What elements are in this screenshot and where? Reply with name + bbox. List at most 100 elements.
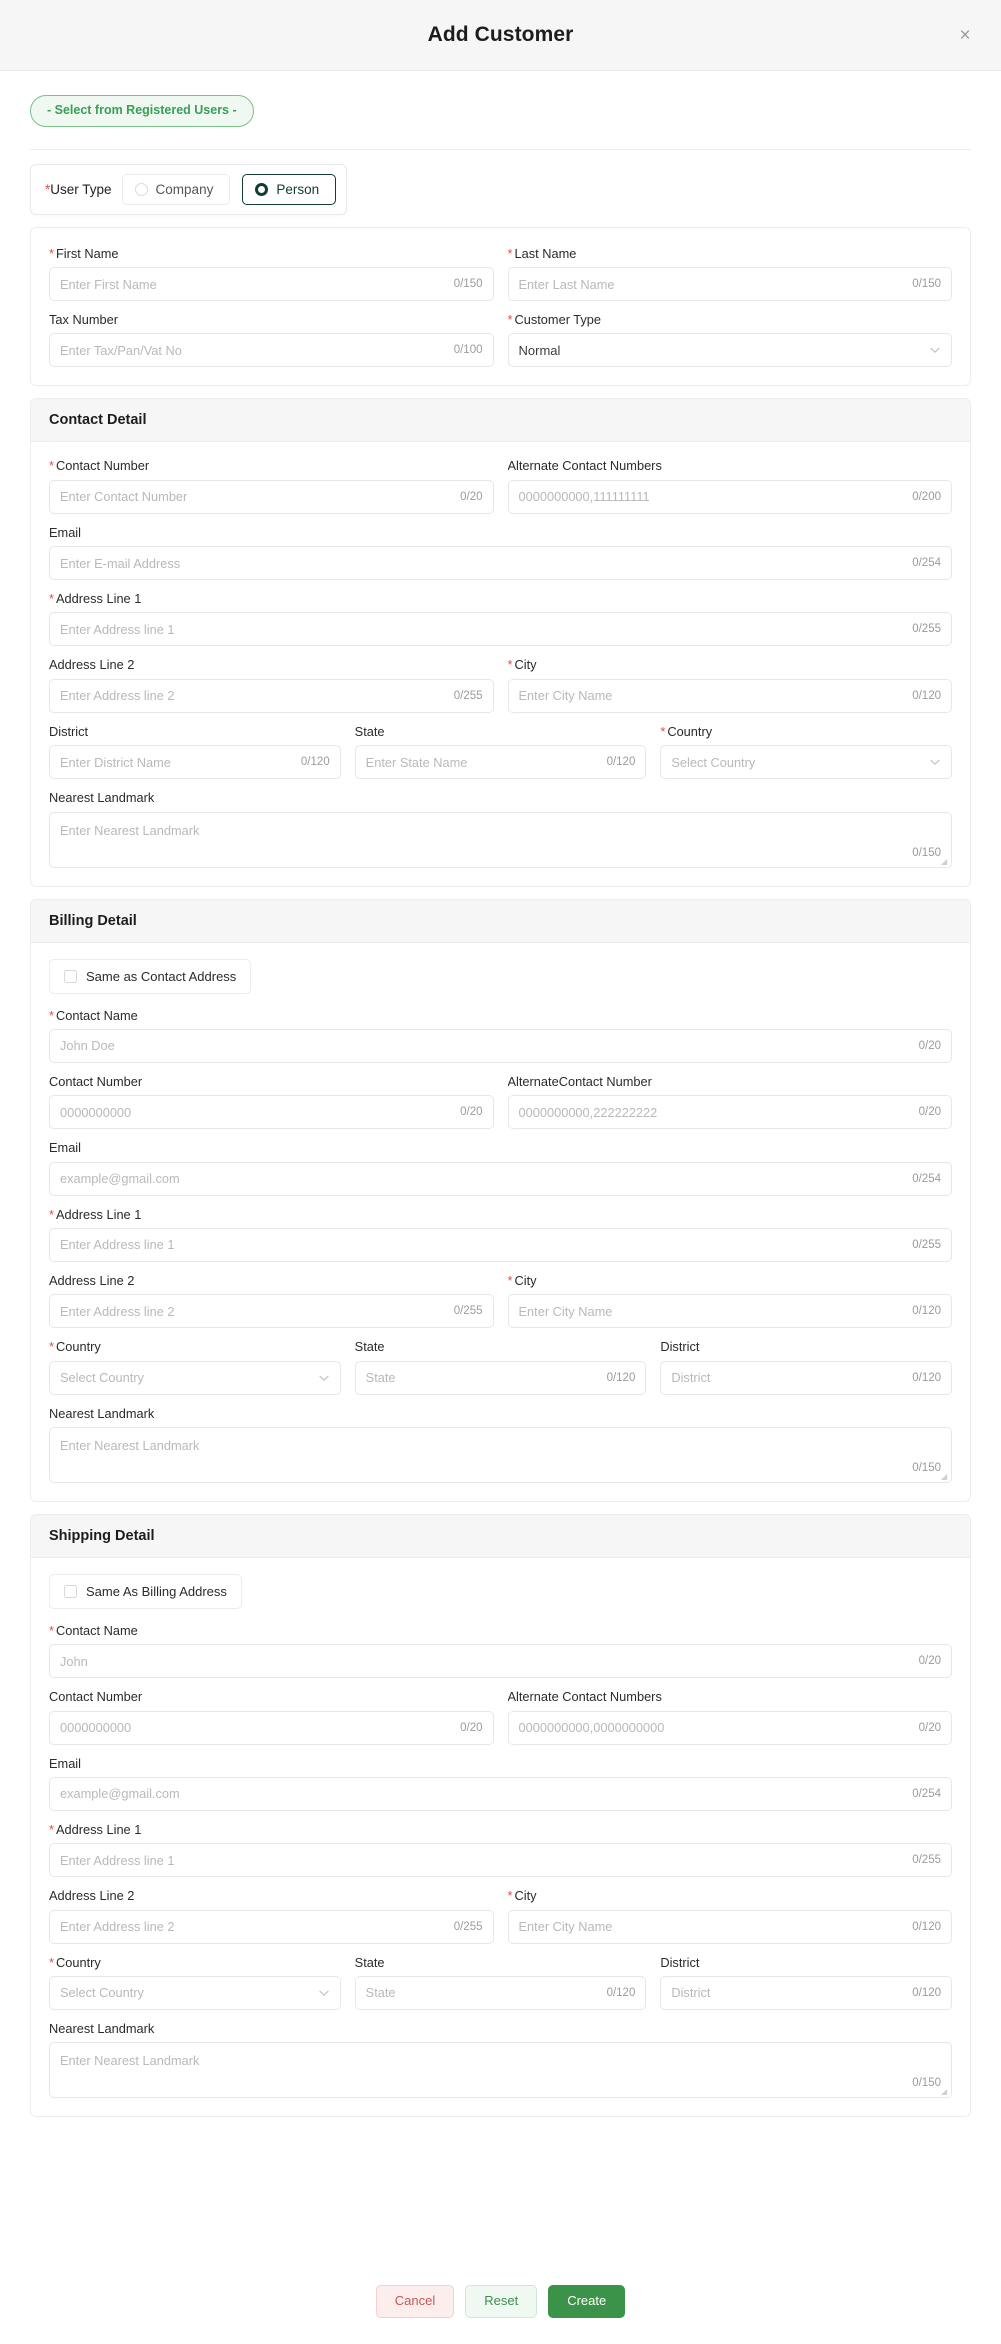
- cancel-button[interactable]: Cancel: [375, 2285, 455, 2318]
- email-input[interactable]: Enter E-mail Address 0/254: [49, 546, 952, 581]
- billing-alternate-contact-counter: 0/20: [918, 1106, 941, 1119]
- alternate-contact-input[interactable]: 0000000000,111111111 0/200: [507, 479, 952, 514]
- customer-type-label-text: Customer Type: [514, 312, 602, 328]
- address-line-2-input[interactable]: Enter Address line 2 0/255: [49, 678, 494, 713]
- customer-type-field: * Customer Type Normal: [507, 312, 952, 368]
- shipping-country-select[interactable]: Select Country: [49, 1975, 341, 2010]
- name-row: * First Name Enter First Name 0/150 * Last…: [49, 245, 952, 302]
- billing-country-label: * Country: [49, 1339, 341, 1354]
- shipping-contact-name-field: * Contact Name John 0/20: [49, 1623, 952, 1679]
- state-input[interactable]: Enter State Name 0/120: [354, 745, 647, 780]
- billing-state-input[interactable]: State 0/120: [354, 1360, 647, 1395]
- reset-button[interactable]: Reset: [465, 2285, 538, 2318]
- billing-address-line-2-input[interactable]: Enter Address line 2 0/255: [49, 1294, 494, 1329]
- shipping-email-row: Email example@gmail.com 0/254: [49, 1756, 952, 1811]
- billing-address-line-1-input[interactable]: Enter Address line 1 0/255: [49, 1227, 952, 1262]
- billing-contact-name-field: * Contact Name John Doe 0/20: [49, 1008, 952, 1063]
- billing-address-line-2-placeholder: Enter Address line 2: [60, 1303, 175, 1319]
- billing-email-input[interactable]: example@gmail.com 0/254: [49, 1161, 952, 1196]
- shipping-city-input[interactable]: Enter City Name 0/120: [507, 1909, 952, 1944]
- contact-number-input[interactable]: Enter Contact Number 0/20: [49, 479, 494, 514]
- shipping-country-field: * Country Select Country: [49, 1955, 341, 2010]
- billing-nearest-landmark-textarea[interactable]: Enter Nearest Landmark 0/150 ◢: [49, 1426, 952, 1483]
- resize-grip-icon[interactable]: ◢: [941, 1472, 949, 1481]
- shipping-nearest-landmark-textarea[interactable]: Enter Nearest Landmark 0/150 ◢: [49, 2042, 952, 2099]
- chevron-down-icon: [929, 756, 941, 768]
- address-line-1-input[interactable]: Enter Address line 1 0/255: [49, 612, 952, 647]
- first-name-input[interactable]: Enter First Name 0/150: [49, 267, 494, 302]
- user-type-box: *User Type Company Person: [30, 163, 348, 215]
- shipping-district-input[interactable]: District 0/120: [660, 1975, 953, 2010]
- billing-alternate-contact-field: AlternateContact Number 0000000000,22222…: [507, 1073, 952, 1130]
- billing-alternate-contact-input[interactable]: 0000000000,222222222 0/20: [507, 1095, 952, 1130]
- billing-country-state-district-row: * Country Select Country State State 0/12…: [49, 1339, 953, 1395]
- required-asterisk: *: [660, 723, 666, 739]
- modal-body: - Select from Registered Users - *User T…: [0, 71, 1001, 2264]
- billing-address-line-1-label: * Address Line 1: [49, 1207, 952, 1222]
- select-registered-users-button[interactable]: - Select from Registered Users -: [30, 95, 254, 127]
- radio-option-person[interactable]: Person: [242, 173, 337, 205]
- shipping-contact-number-placeholder: 0000000000: [60, 1720, 132, 1736]
- district-input[interactable]: Enter District Name 0/120: [49, 745, 341, 780]
- radio-selected-icon: [255, 182, 269, 196]
- billing-email-label: Email: [49, 1140, 81, 1156]
- billing-contact-name-input[interactable]: John Doe 0/20: [49, 1028, 952, 1063]
- shipping-address-line-2-input[interactable]: Enter Address line 2 0/255: [49, 1909, 494, 1944]
- state-placeholder: Enter State Name: [365, 754, 468, 770]
- billing-contact-number-input[interactable]: 0000000000 0/20: [49, 1095, 494, 1130]
- last-name-label-text: Last Name: [514, 245, 577, 261]
- shipping-state-input[interactable]: State 0/120: [354, 1975, 647, 2010]
- billing-contact-name-counter: 0/20: [918, 1039, 941, 1052]
- shipping-detail-body: Same As Billing Address * Contact Name Jo…: [31, 1558, 970, 2116]
- billing-same-as-contact-checkbox[interactable]: Same as Contact Address: [49, 958, 252, 994]
- billing-city-counter: 0/120: [912, 1305, 941, 1318]
- billing-email-counter: 0/254: [912, 1172, 941, 1185]
- resize-grip-icon[interactable]: ◢: [941, 857, 949, 866]
- billing-alternate-contact-label: AlternateContact Number: [507, 1073, 652, 1089]
- shipping-same-as-billing-label: Same As Billing Address: [86, 1583, 227, 1599]
- city-input[interactable]: Enter City Name 0/120: [507, 678, 952, 713]
- first-name-label: * First Name: [49, 246, 494, 261]
- city-label: * City: [508, 657, 953, 672]
- billing-district-input[interactable]: District 0/120: [660, 1360, 953, 1395]
- billing-address-line-1-label-text: Address Line 1: [55, 1206, 142, 1222]
- shipping-contact-name-input[interactable]: John 0/20: [49, 1644, 952, 1679]
- country-select[interactable]: Select Country: [660, 745, 953, 780]
- close-icon[interactable]: ×: [953, 23, 977, 47]
- billing-contact-name-row: * Contact Name John Doe 0/20: [49, 1008, 952, 1063]
- create-button[interactable]: Create: [548, 2285, 626, 2318]
- billing-contact-numbers-row: Contact Number 0000000000 0/20 Alternate…: [49, 1073, 952, 1130]
- billing-email-placeholder: example@gmail.com: [60, 1171, 180, 1187]
- nearest-landmark-row: Nearest Landmark Enter Nearest Landmark …: [49, 790, 952, 868]
- shipping-alternate-contact-input[interactable]: 0000000000,0000000000 0/20: [507, 1710, 952, 1745]
- billing-contact-name-label: * Contact Name: [49, 1008, 952, 1023]
- billing-city-input[interactable]: Enter City Name 0/120: [507, 1294, 952, 1329]
- resize-grip-icon[interactable]: ◢: [941, 2088, 949, 2096]
- required-asterisk: *: [49, 1206, 54, 1222]
- state-field: State Enter State Name 0/120: [354, 724, 647, 780]
- email-label: Email: [49, 524, 81, 540]
- basic-info-card: * First Name Enter First Name 0/150 * Last…: [30, 226, 971, 387]
- shipping-city-label-text: City: [514, 1888, 537, 1904]
- billing-district-placeholder: District: [671, 1370, 711, 1386]
- shipping-address2-city-row: Address Line 2 Enter Address line 2 0/25…: [49, 1888, 952, 1944]
- radio-option-company[interactable]: Company: [121, 173, 231, 205]
- billing-address-line-2-counter: 0/255: [453, 1305, 483, 1318]
- alternate-contact-counter: 0/200: [912, 490, 941, 503]
- customer-type-select[interactable]: Normal: [507, 333, 952, 368]
- shipping-contact-number-input[interactable]: 0000000000 0/20: [49, 1710, 494, 1745]
- last-name-input[interactable]: Enter Last Name 0/150: [507, 267, 952, 302]
- address-line-2-placeholder: Enter Address line 2: [60, 688, 175, 704]
- shipping-email-input[interactable]: example@gmail.com 0/254: [49, 1776, 952, 1811]
- shipping-district-placeholder: District: [671, 1985, 711, 2001]
- billing-state-label: State: [354, 1339, 385, 1355]
- billing-country-placeholder: Select Country: [60, 1370, 144, 1386]
- shipping-address-line-1-input[interactable]: Enter Address line 1 0/255: [49, 1843, 952, 1878]
- billing-country-select[interactable]: Select Country: [49, 1360, 341, 1395]
- tax-number-placeholder: Enter Tax/Pan/Vat No: [60, 342, 182, 358]
- nearest-landmark-textarea[interactable]: Enter Nearest Landmark 0/150 ◢: [49, 811, 952, 868]
- tax-number-input[interactable]: Enter Tax/Pan/Vat No 0/100: [49, 333, 494, 368]
- shipping-same-as-billing-checkbox[interactable]: Same As Billing Address: [49, 1573, 242, 1609]
- billing-state-counter: 0/120: [606, 1371, 636, 1384]
- city-label-text: City: [514, 657, 537, 673]
